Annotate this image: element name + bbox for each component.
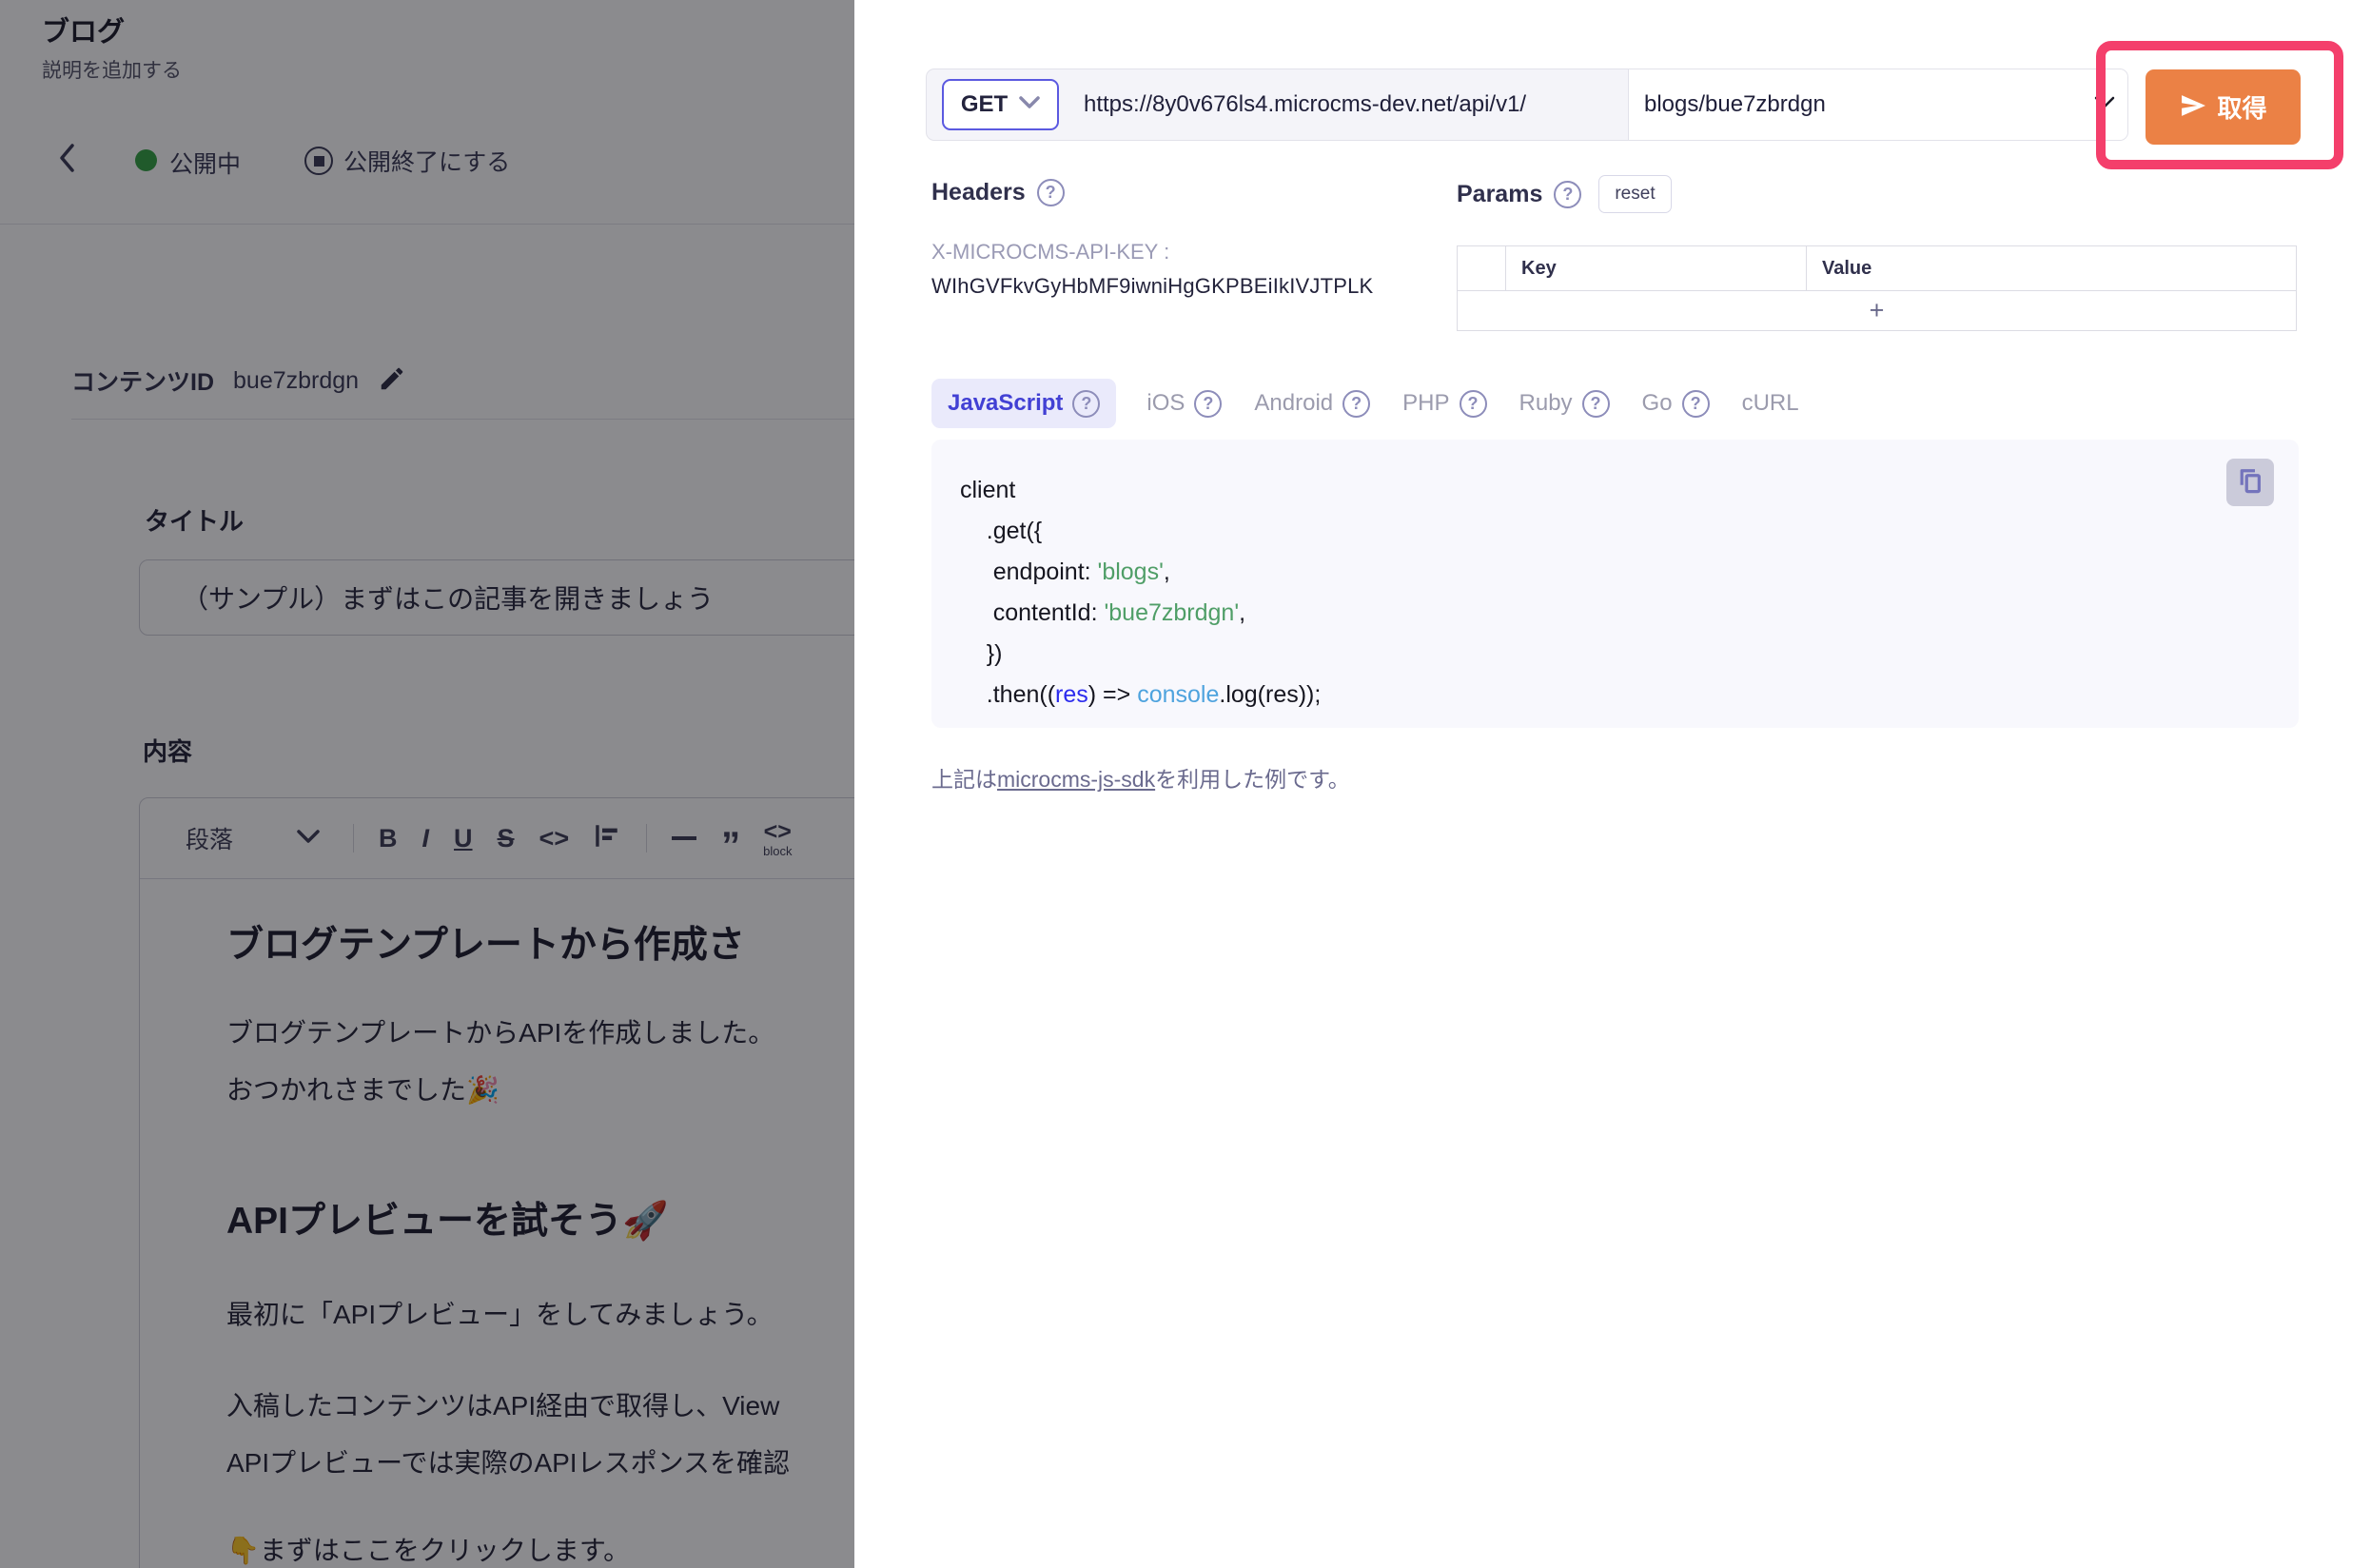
chevron-down-icon xyxy=(1019,96,1040,114)
tab-label: PHP xyxy=(1402,390,1449,417)
modal-overlay-scrim[interactable] xyxy=(0,0,854,1568)
help-icon[interactable]: ? xyxy=(1460,390,1487,418)
caption-prefix: 上記は xyxy=(931,767,997,792)
tab-label: Android xyxy=(1254,390,1333,417)
help-icon[interactable]: ? xyxy=(1037,179,1065,206)
caption-suffix: を利用した例です。 xyxy=(1155,767,1350,792)
code-sample: client .get({ endpoint: 'blogs', content… xyxy=(931,440,2299,715)
tab-go[interactable]: Go? xyxy=(1640,379,1712,428)
params-table-header: Key Value xyxy=(1458,246,2296,291)
sdk-link[interactable]: microcms-js-sdk xyxy=(997,767,1155,792)
tab-ruby[interactable]: Ruby? xyxy=(1518,379,1612,428)
sdk-caption: 上記はmicrocms-js-sdkを利用した例です。 xyxy=(931,761,1350,794)
help-icon[interactable]: ? xyxy=(1072,390,1100,418)
tab-android[interactable]: Android? xyxy=(1252,379,1372,428)
tab-php[interactable]: PHP? xyxy=(1401,379,1488,428)
help-icon[interactable]: ? xyxy=(1194,390,1222,418)
copy-icon xyxy=(2236,467,2264,499)
language-tabs: JavaScript?iOS?Android?PHP?Ruby?Go?cURL xyxy=(931,379,1801,428)
reset-params-button[interactable]: reset xyxy=(1598,175,1671,213)
http-method-value: GET xyxy=(961,91,1008,118)
tab-curl[interactable]: cURL xyxy=(1740,379,1801,428)
tab-ios[interactable]: iOS? xyxy=(1145,379,1224,428)
params-title: Params xyxy=(1457,181,1542,208)
api-key-header-value: WIhGVFkvGyHbMF9iwniHgGKPBEiIkIVJTPLK xyxy=(931,274,1373,299)
code-sample-block: client .get({ endpoint: 'blogs', content… xyxy=(931,440,2299,728)
help-icon[interactable]: ? xyxy=(1554,181,1581,208)
params-checkbox-column xyxy=(1458,246,1506,290)
screen: ブログ 説明を追加する 公開中 公開終了にする コンテンツID bue7zbrd… xyxy=(0,0,2371,1568)
tab-label: Ruby xyxy=(1519,390,1573,417)
help-icon[interactable]: ? xyxy=(1342,390,1370,418)
fetch-button[interactable]: 取得 xyxy=(2146,69,2301,145)
http-method-select[interactable]: GET xyxy=(942,79,1059,130)
send-icon xyxy=(2179,93,2207,121)
request-url-bar: GET https://8y0v676ls4.microcms-dev.net/… xyxy=(926,69,2128,141)
copy-code-button[interactable] xyxy=(2226,459,2274,506)
endpoint-value: blogs/bue7zbrdgn xyxy=(1629,91,2093,118)
chevron-down-icon xyxy=(2093,95,2116,115)
params-value-column-header: Value xyxy=(1807,246,2296,290)
api-preview-panel: GET https://8y0v676ls4.microcms-dev.net/… xyxy=(854,0,2371,1568)
endpoint-select[interactable]: blogs/bue7zbrdgn xyxy=(1628,69,2127,140)
params-table: Key Value + xyxy=(1457,245,2297,331)
params-key-column-header: Key xyxy=(1506,246,1807,290)
headers-section-header: Headers ? xyxy=(931,179,1065,206)
tab-label: cURL xyxy=(1742,390,1799,417)
params-section-header: Params ? reset xyxy=(1457,175,1672,213)
api-key-header-name: X-MICROCMS-API-KEY : xyxy=(931,240,1169,265)
tab-javascript[interactable]: JavaScript? xyxy=(931,379,1116,428)
headers-title: Headers xyxy=(931,179,1026,206)
help-icon[interactable]: ? xyxy=(1682,390,1710,418)
fetch-button-label: 取得 xyxy=(2217,89,2266,125)
base-url-text: https://8y0v676ls4.microcms-dev.net/api/… xyxy=(1084,91,1526,118)
help-icon[interactable]: ? xyxy=(1582,390,1610,418)
add-param-button[interactable]: + xyxy=(1458,291,2296,330)
tab-label: iOS xyxy=(1146,390,1185,417)
tab-label: JavaScript xyxy=(948,390,1063,417)
tab-label: Go xyxy=(1642,390,1673,417)
